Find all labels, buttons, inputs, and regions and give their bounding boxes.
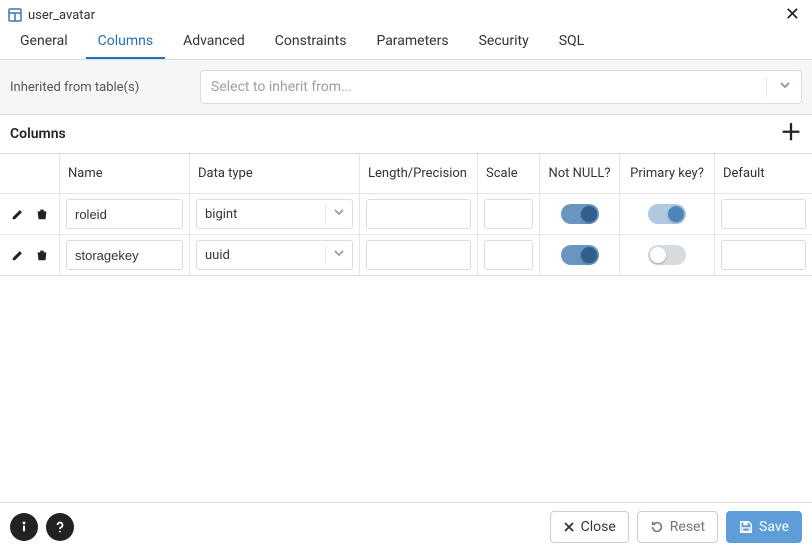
columns-section-header: Columns ＋ [0,115,812,153]
column-scale-input[interactable] [484,199,533,229]
tab-columns[interactable]: Columns [86,25,165,59]
select-separator [766,77,767,97]
column-length-input[interactable] [366,240,471,270]
col-scale-header: Scale [478,154,540,193]
inherit-placeholder: Select to inherit from... [211,79,352,95]
tab-constraints[interactable]: Constraints [263,25,359,59]
col-default-header: Default [715,154,812,193]
chevron-down-icon [333,206,345,222]
reset-icon [650,520,664,534]
not-null-toggle[interactable] [561,204,599,224]
close-icon [563,521,575,533]
save-button-label: Save [759,519,789,535]
help-button[interactable] [46,513,74,541]
primary-key-toggle[interactable] [648,204,686,224]
table-row: bigint [0,194,812,235]
columns-section-title: Columns [10,126,66,142]
select-separator [325,246,326,264]
column-name-input[interactable] [66,240,183,270]
col-name-header: Name [60,154,190,193]
column-type-select[interactable]: uuid [196,240,353,270]
inherit-select[interactable]: Select to inherit from... [200,70,802,104]
column-type-value: bigint [205,207,237,222]
col-notnull-header: Not NULL? [540,154,620,193]
column-scale-input[interactable] [484,240,533,270]
dialog-footer: Close Reset Save [0,502,812,551]
col-type-header: Data type [190,154,360,193]
tab-parameters[interactable]: Parameters [364,25,460,59]
col-length-header: Length/Precision [360,154,478,193]
select-separator [325,205,326,223]
primary-key-toggle[interactable] [648,245,686,265]
inherit-row: Inherited from table(s) Select to inheri… [0,60,812,115]
reset-button-label: Reset [670,519,705,535]
column-default-input[interactable] [721,240,806,270]
column-default-input[interactable] [721,199,806,229]
table-row: uuid [0,235,812,275]
save-button[interactable]: Save [726,511,802,543]
col-actions-header [0,154,60,193]
column-name-input[interactable] [66,199,183,229]
close-icon[interactable]: ✕ [781,6,804,24]
add-column-button[interactable]: ＋ [780,123,802,145]
column-type-select[interactable]: bigint [196,199,353,229]
delete-row-button[interactable] [33,205,51,223]
close-button-label: Close [581,519,616,535]
tab-advanced[interactable]: Advanced [171,25,257,59]
edit-row-button[interactable] [9,246,27,264]
column-length-input[interactable] [366,199,471,229]
dialog-title-bar: user_avatar ✕ [0,0,812,26]
inherit-label: Inherited from table(s) [10,80,190,95]
columns-header-row: Name Data type Length/Precision Scale No… [0,154,812,194]
columns-grid: Name Data type Length/Precision Scale No… [0,153,812,276]
tab-general[interactable]: General [8,25,80,59]
column-type-value: uuid [205,248,230,263]
chevron-down-icon [779,79,791,95]
tab-sql[interactable]: SQL [547,25,596,59]
tab-security[interactable]: Security [467,25,541,59]
save-icon [739,520,753,534]
close-button[interactable]: Close [550,511,629,543]
info-button[interactable] [10,513,38,541]
delete-row-button[interactable] [33,246,51,264]
chevron-down-icon [333,247,345,263]
reset-button[interactable]: Reset [637,511,718,543]
dialog-title: user_avatar [28,8,781,23]
tab-bar: General Columns Advanced Constraints Par… [0,26,812,60]
edit-row-button[interactable] [9,205,27,223]
table-icon [8,8,22,22]
col-pk-header: Primary key? [620,154,715,193]
not-null-toggle[interactable] [561,245,599,265]
